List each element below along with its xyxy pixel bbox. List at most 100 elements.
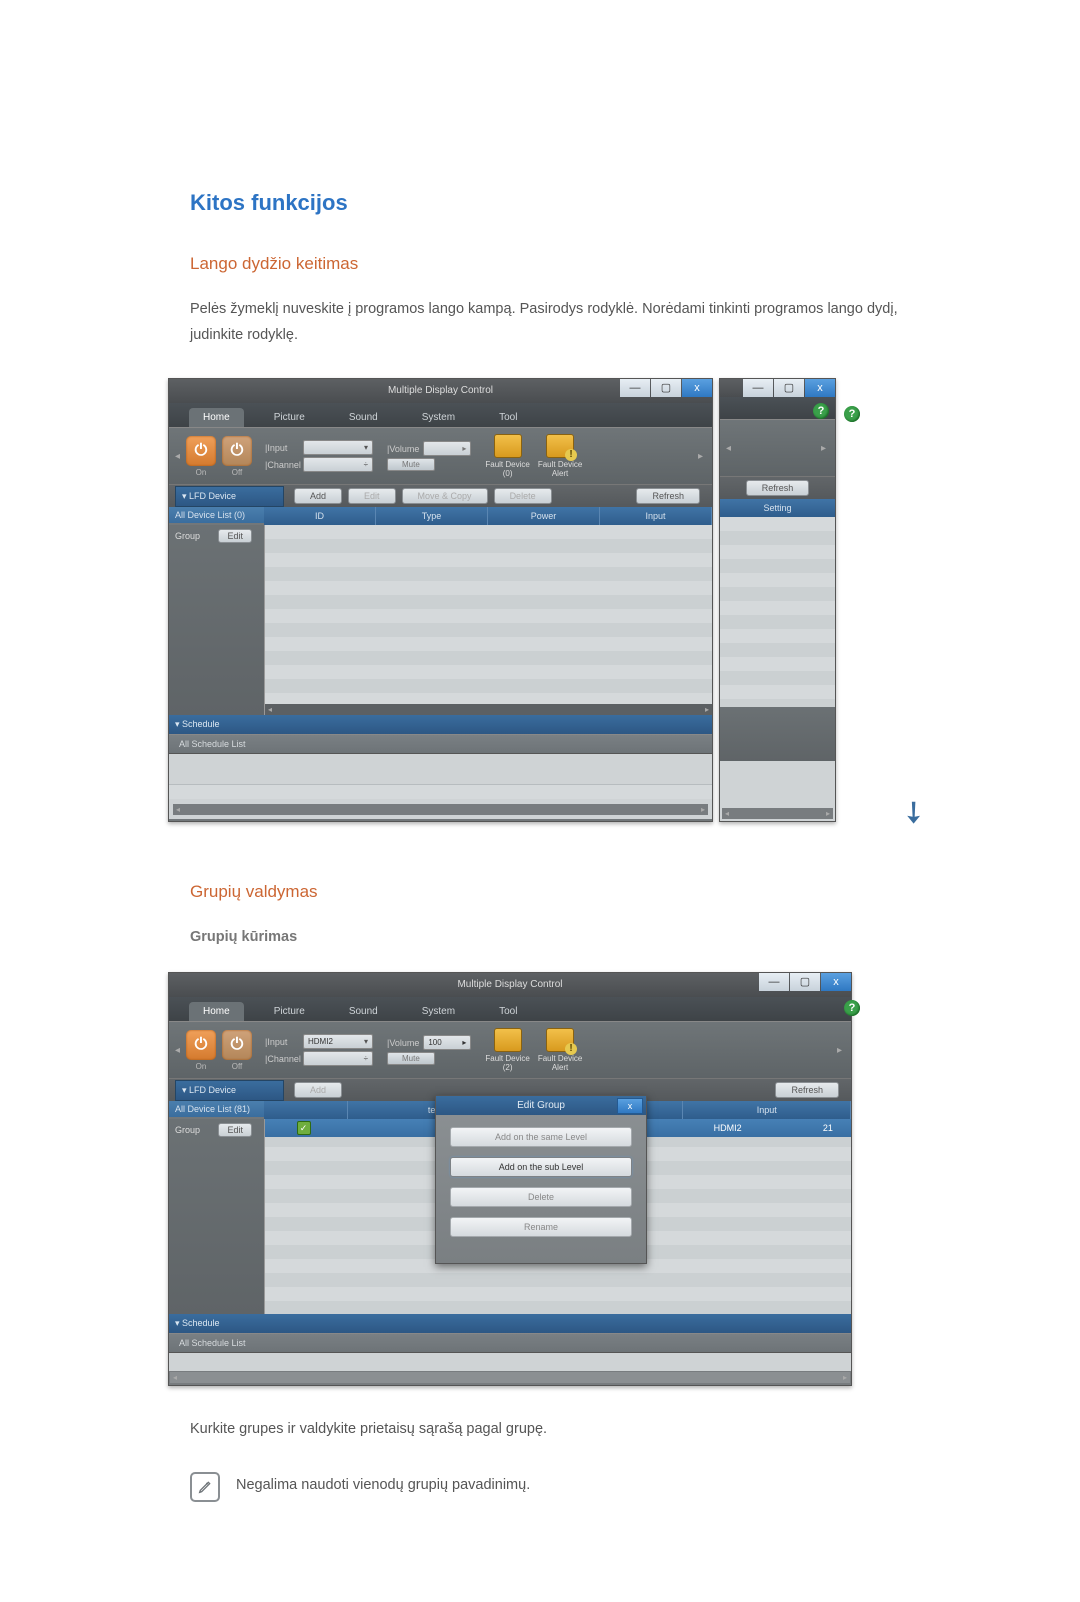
resize-body: Pelės žymeklį nuveskite į programos lang… xyxy=(190,296,920,348)
side-right-arrow-icon[interactable]: ▸ xyxy=(821,443,829,454)
popup-delete-button[interactable]: Delete xyxy=(450,1187,632,1207)
tab-system[interactable]: System xyxy=(408,408,469,427)
lfd-device-header-2[interactable]: LFD Device xyxy=(175,1080,284,1101)
power-off-button-2[interactable]: ⏻ xyxy=(222,1030,252,1060)
lfd-device-header[interactable]: LFD Device xyxy=(175,486,284,507)
close-button-2[interactable]: x xyxy=(821,973,851,991)
status-strip xyxy=(169,784,712,799)
resize-arrow-icon: ➘ xyxy=(892,791,935,834)
move-copy-button[interactable]: Move & Copy xyxy=(402,488,488,504)
side-left-arrow-icon[interactable]: ◂ xyxy=(726,443,734,454)
power-on-label-2: On xyxy=(183,1062,219,1071)
mute-button[interactable]: Mute xyxy=(387,458,435,471)
schedule-header[interactable]: Schedule xyxy=(169,715,712,734)
fault-alert-label: Fault Device xyxy=(538,460,582,469)
fault-device-icon-2[interactable] xyxy=(494,1028,522,1052)
side-minimize-button[interactable]: — xyxy=(743,379,773,397)
tab-tool-2[interactable]: Tool xyxy=(485,1002,531,1021)
side-refresh-button[interactable]: Refresh xyxy=(746,480,810,496)
outer-h-scrollbar[interactable] xyxy=(173,804,708,815)
popup-close-button[interactable]: x xyxy=(617,1098,643,1114)
input-dropdown-2[interactable]: HDMI2 xyxy=(303,1034,373,1049)
side-close-button[interactable]: x xyxy=(805,379,835,397)
add-button[interactable]: Add xyxy=(294,488,342,504)
popup-title: Edit Group x xyxy=(436,1096,646,1115)
tab-home[interactable]: Home xyxy=(189,408,244,427)
maximize-button-2[interactable]: ▢ xyxy=(790,973,820,991)
mute-button-2[interactable]: Mute xyxy=(387,1052,435,1065)
col-input-2: Input xyxy=(683,1101,851,1119)
tab-picture-2[interactable]: Picture xyxy=(260,1002,319,1021)
input-dropdown[interactable] xyxy=(303,440,373,455)
fault-device-label: Fault Device xyxy=(485,460,529,469)
groups-heading: Grupių valdymas xyxy=(190,882,920,902)
help-icon[interactable]: ? xyxy=(844,406,860,422)
popup-rename-button[interactable]: Rename xyxy=(450,1217,632,1237)
toolbar-right-arrow-icon[interactable]: ▸ xyxy=(698,451,706,462)
toolbar-left-arrow-icon[interactable]: ◂ xyxy=(175,451,183,462)
col-id: ID xyxy=(264,507,376,525)
row-num: 21 xyxy=(805,1123,851,1133)
side-grid xyxy=(720,517,835,707)
schedule-header-2[interactable]: Schedule xyxy=(169,1314,851,1333)
group-edit-button-2[interactable]: Edit xyxy=(218,1123,252,1137)
power-off-label-2: Off xyxy=(219,1062,255,1071)
power-off-button[interactable]: ⏻ xyxy=(222,436,252,466)
window-titlebar: Multiple Display Control — ▢ x xyxy=(169,379,712,403)
all-schedule-list-2[interactable]: All Schedule List xyxy=(169,1333,851,1353)
fault-device-icon[interactable] xyxy=(494,434,522,458)
minimize-button[interactable]: — xyxy=(620,379,650,397)
tab-tool[interactable]: Tool xyxy=(485,408,531,427)
power-on-button-2[interactable]: ⏻ xyxy=(186,1030,216,1060)
outer-h-scrollbar-2[interactable] xyxy=(170,1372,850,1383)
power-on-button[interactable]: ⏻ xyxy=(186,436,216,466)
fault-device-count: (0) xyxy=(485,469,529,478)
channel-stepper[interactable] xyxy=(303,457,373,472)
group-edit-button[interactable]: Edit xyxy=(218,529,252,543)
grid-h-scrollbar[interactable] xyxy=(265,704,712,715)
fault-alert-sub: Alert xyxy=(538,469,582,478)
delete-button[interactable]: Delete xyxy=(494,488,552,504)
popup-add-same-button[interactable]: Add on the same Level xyxy=(450,1127,632,1147)
tab-sound-2[interactable]: Sound xyxy=(335,1002,392,1021)
edit-button[interactable]: Edit xyxy=(348,488,396,504)
all-schedule-list[interactable]: All Schedule List xyxy=(169,734,712,754)
side-h-scrollbar[interactable] xyxy=(722,808,833,819)
refresh-button[interactable]: Refresh xyxy=(636,488,700,504)
add-button-2[interactable]: Add xyxy=(294,1082,342,1098)
action-row: LFD Device Add Edit Move & Copy Delete R… xyxy=(169,484,712,507)
all-device-list-header-2[interactable]: All Device List (81) xyxy=(169,1101,264,1117)
toolbar-left-arrow-icon-2[interactable]: ◂ xyxy=(175,1045,183,1056)
side-maximize-button[interactable]: ▢ xyxy=(774,379,804,397)
volume-input[interactable]: ▸ xyxy=(423,441,471,456)
toolbar: ◂ ⏻ On ⏻ Off |Input |Channel |Volume▸ xyxy=(169,427,712,484)
col-type: Type xyxy=(376,507,488,525)
refresh-button-2[interactable]: Refresh xyxy=(775,1082,839,1098)
channel-label-2: |Channel xyxy=(265,1054,303,1064)
close-button[interactable]: x xyxy=(682,379,712,397)
row-check-icon[interactable]: ✓ xyxy=(297,1121,311,1135)
group-label-2: Group xyxy=(175,1125,200,1135)
volume-input-2[interactable]: 100▸ xyxy=(423,1035,471,1050)
minimize-button-2[interactable]: — xyxy=(759,973,789,991)
side-col-setting: Setting xyxy=(720,499,835,517)
tab-sound[interactable]: Sound xyxy=(335,408,392,427)
fault-alert-icon[interactable] xyxy=(546,434,574,458)
tab-home-2[interactable]: Home xyxy=(189,1002,244,1021)
note-icon xyxy=(190,1472,220,1502)
row-input-value: HDMI2 xyxy=(651,1123,805,1133)
all-device-list-header[interactable]: All Device List (0) xyxy=(169,507,264,523)
toolbar-right-arrow-icon-2[interactable]: ▸ xyxy=(837,1045,845,1056)
channel-stepper-2[interactable] xyxy=(303,1051,373,1066)
popup-add-sub-button[interactable]: Add on the sub Level xyxy=(450,1157,632,1177)
maximize-button[interactable]: ▢ xyxy=(651,379,681,397)
side-help-icon[interactable]: ? xyxy=(813,403,829,419)
tab-system-2[interactable]: System xyxy=(408,1002,469,1021)
window-title-2: Multiple Display Control xyxy=(457,979,562,990)
channel-label: |Channel xyxy=(265,460,303,470)
help-icon-2[interactable]: ? xyxy=(844,1000,860,1016)
tab-picture[interactable]: Picture xyxy=(260,408,319,427)
groups-body: Kurkite grupes ir valdykite prietaisų są… xyxy=(190,1416,920,1442)
device-grid-2: ✓ HDMI2 21 Edit Group x Add on the same … xyxy=(264,1119,851,1314)
fault-alert-icon-2[interactable] xyxy=(546,1028,574,1052)
